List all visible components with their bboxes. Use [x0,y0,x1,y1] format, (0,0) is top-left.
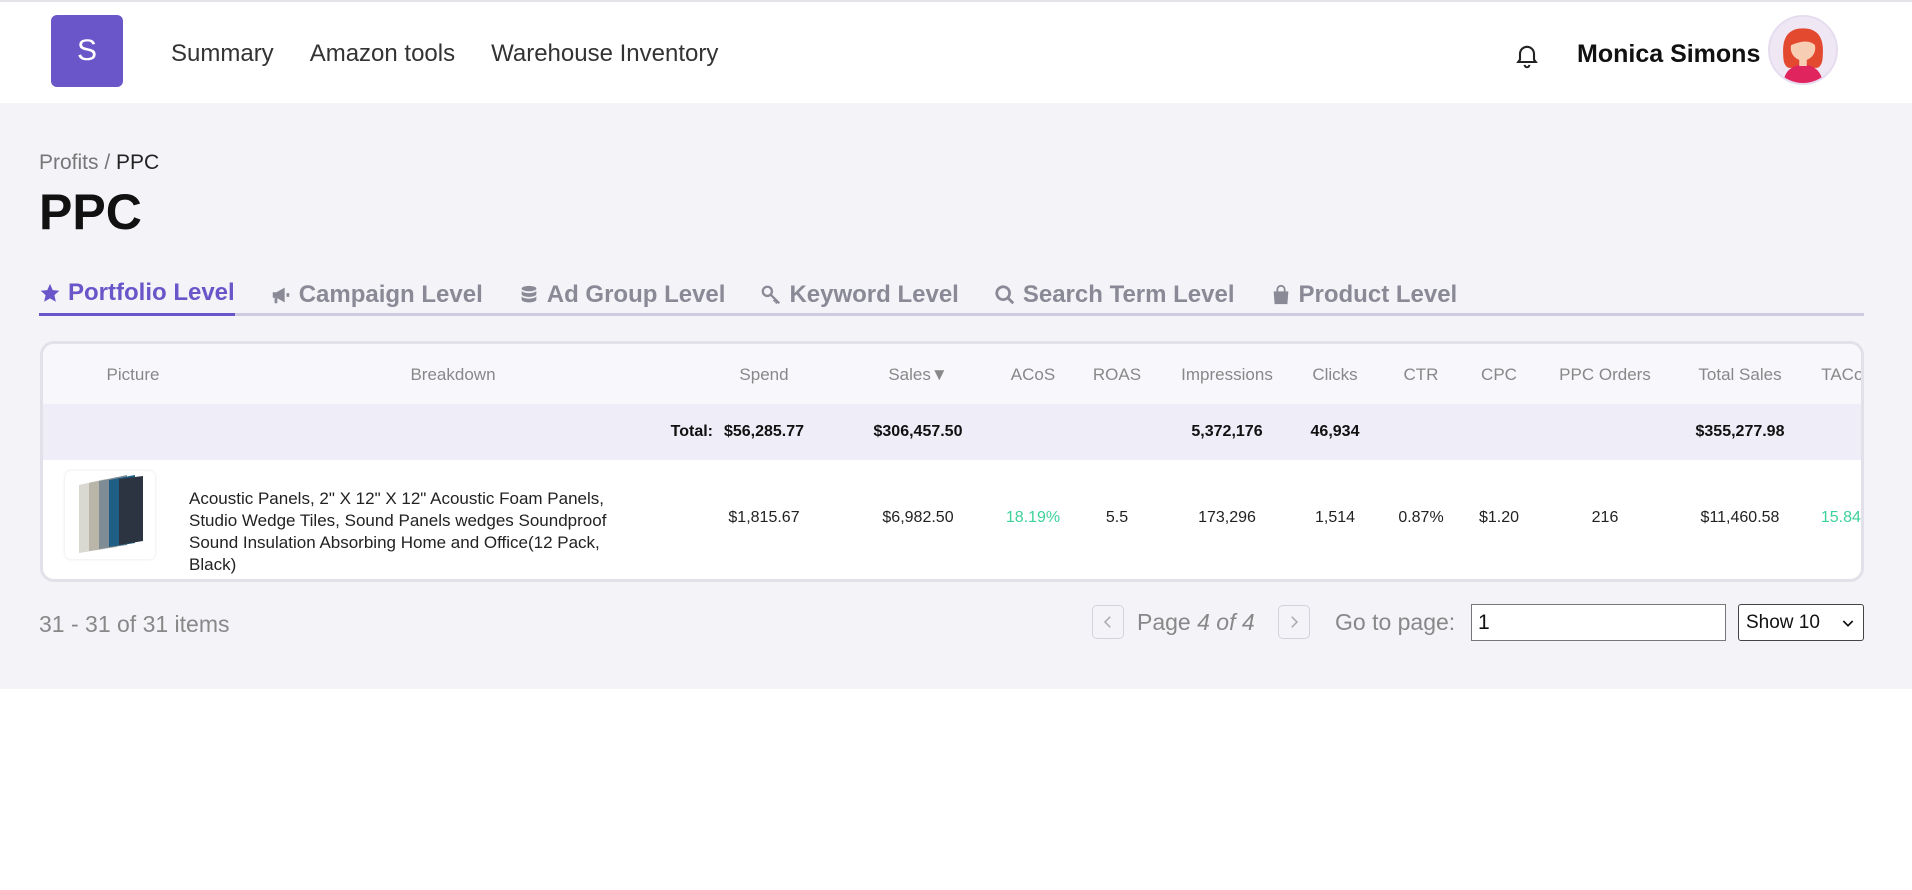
tab-label: Search Term Level [1022,280,1235,308]
col-spend[interactable]: Spend [709,365,819,385]
key-icon [762,285,781,304]
megaphone-icon [272,287,289,303]
tab-label: Keyword Level [789,280,959,308]
nav-amazon-tools[interactable]: Amazon tools [310,40,455,68]
cell-ppc-orders: 216 [1591,509,1619,526]
tab-label: Campaign Level [298,280,483,308]
main-content: Profits / PPC PPC Portfolio Level Campai… [0,103,1912,689]
page-size-select[interactable]: Show 10 [1738,604,1864,641]
total-spend: $56,285.77 [723,423,805,440]
avatar[interactable] [1768,15,1838,85]
level-tabs: Portfolio Level Campaign Level Ad Group … [39,273,1864,316]
col-cpc[interactable]: CPC [1459,365,1539,385]
cell-clicks: 1,514 [1314,509,1356,526]
total-impressions: 5,372,176 [1191,423,1263,440]
cell-total-sales: $11,460.58 [1700,509,1780,526]
next-page-button[interactable] [1278,605,1310,639]
page-prefix: Page [1137,609,1191,635]
shopping-bag-icon [1273,284,1288,304]
breadcrumb-current: PPC [116,151,160,174]
prev-page-button[interactable] [1092,605,1124,639]
col-roas[interactable]: ROAS [1077,365,1157,385]
col-ctr[interactable]: CTR [1381,365,1461,385]
tab-ad-group-level[interactable]: Ad Group Level [518,273,726,316]
product-breakdown: Acoustic Panels, 2" X 12" X 12" Acoustic… [189,489,607,574]
tab-search-term-level[interactable]: Search Term Level [994,273,1235,316]
chevron-down-icon [1842,619,1854,627]
tab-campaign-level[interactable]: Campaign Level [270,273,483,316]
product-thumbnail[interactable] [65,471,155,559]
breadcrumb-parent[interactable]: Profits [39,151,99,174]
breadcrumb: Profits / PPC [39,151,159,175]
col-tacos[interactable]: TACoS [1813,365,1861,385]
chevron-right-icon [1291,616,1299,628]
nav-summary[interactable]: Summary [171,40,274,68]
main-nav: Summary Amazon tools Warehouse Inventory [171,40,718,68]
col-ppc-orders[interactable]: PPC Orders [1545,365,1665,385]
total-total-sales: $355,277.98 [1695,423,1785,440]
table-header: Picture Breakdown Spend Sales▼ ACoS ROAS… [43,344,1861,404]
bell-icon[interactable] [1513,41,1541,69]
cell-cpc: $1.20 [1478,509,1520,526]
cell-roas: 5.5 [1105,509,1129,526]
cell-spend: $1,815.67 [728,509,800,526]
table-row[interactable]: Acoustic Panels, 2" X 12" X 12" Acoustic… [43,460,1861,579]
total-label: Total: [670,423,713,440]
tab-label: Ad Group Level [546,280,726,308]
col-impressions[interactable]: Impressions [1167,365,1287,385]
page-title: PPC [39,184,142,240]
cell-impressions: 173,296 [1198,509,1256,526]
cell-tacos: 15.84% [1820,509,1861,526]
tab-label: Portfolio Level [68,279,235,306]
col-total-sales[interactable]: Total Sales [1675,365,1805,385]
tab-label: Product Level [1298,280,1458,308]
total-row: Total: $56,285.77 $306,457.50 5,372,176 … [43,404,1861,460]
search-icon [995,284,1015,304]
page-indicator: Page 4 of 4 [1137,609,1255,636]
ppc-table: Picture Breakdown Spend Sales▼ ACoS ROAS… [40,341,1864,582]
top-navbar: S Summary Amazon tools Warehouse Invento… [0,0,1912,103]
cell-ctr: 0.87% [1398,509,1444,526]
total-clicks: 46,934 [1310,423,1360,440]
app-logo[interactable]: S [51,15,123,87]
col-acos[interactable]: ACoS [993,365,1073,385]
page-of: 4 of 4 [1197,609,1255,635]
nav-warehouse-inventory[interactable]: Warehouse Inventory [491,40,718,68]
star-icon [40,283,60,302]
tab-product-level[interactable]: Product Level [1270,273,1458,316]
page-size-value: Show 10 [1746,611,1820,633]
chevron-left-icon [1103,616,1111,628]
col-breakdown: Breakdown [410,365,496,384]
tab-portfolio-level[interactable]: Portfolio Level [39,273,235,316]
items-count: 31 - 31 of 31 items [39,611,230,637]
user-name[interactable]: Monica Simons [1577,40,1760,69]
total-sales: $306,457.50 [873,423,963,440]
database-icon [521,285,537,302]
col-clicks[interactable]: Clicks [1295,365,1375,385]
cell-acos: 18.19% [1005,509,1061,526]
col-picture: Picture [106,365,160,384]
goto-label: Go to page: [1335,609,1456,635]
tab-keyword-level[interactable]: Keyword Level [760,273,959,316]
col-sales-sorted[interactable]: Sales▼ [863,365,973,385]
cell-sales: $6,982.50 [882,509,954,526]
breadcrumb-separator: / [104,151,111,174]
goto-page-input[interactable] [1471,604,1726,641]
